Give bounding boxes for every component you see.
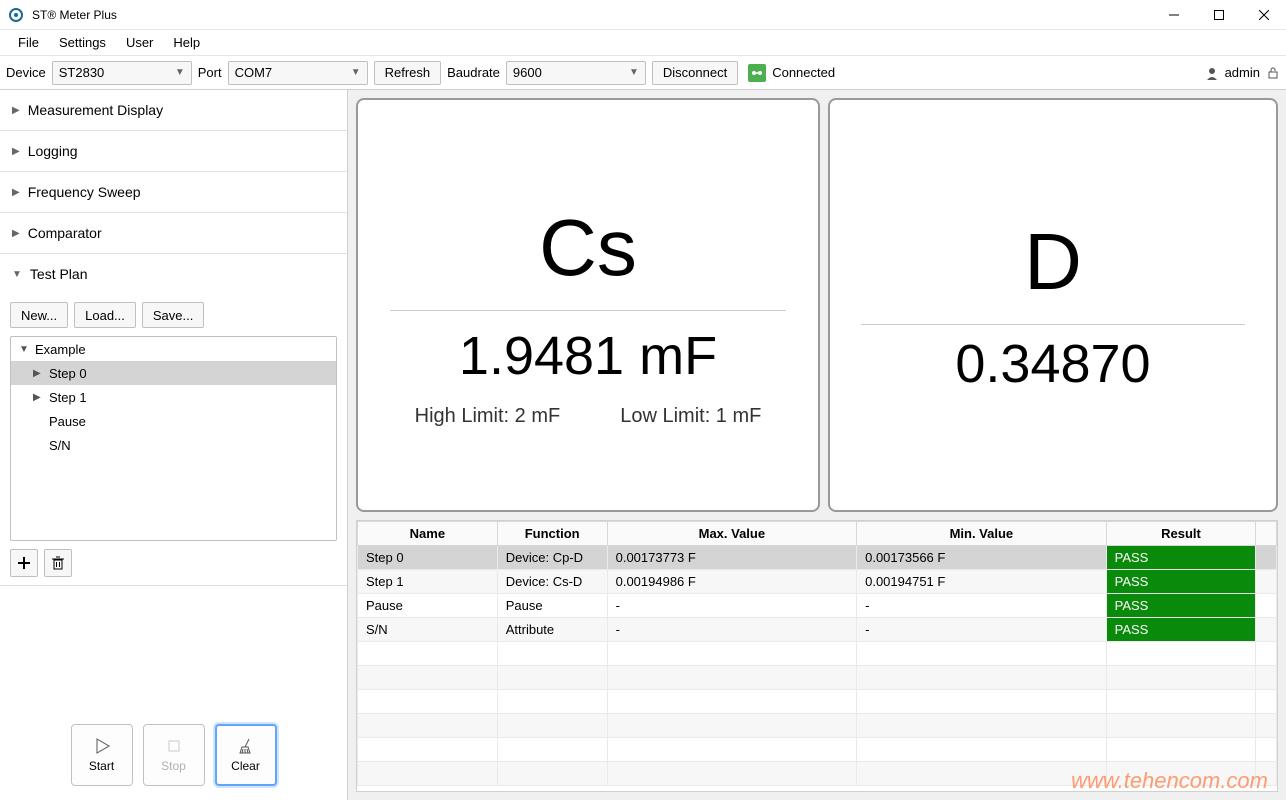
maximize-button[interactable] bbox=[1196, 0, 1241, 30]
titlebar: ST® Meter Plus bbox=[0, 0, 1286, 30]
chevron-down-icon: ▼ bbox=[351, 67, 361, 78]
primary-value: 1.9481 mF bbox=[459, 325, 717, 387]
caret-right-icon: ▶ bbox=[33, 392, 43, 403]
col-result[interactable]: Result bbox=[1106, 522, 1256, 546]
user-icon bbox=[1205, 66, 1219, 80]
caret-right-icon: ▶ bbox=[12, 105, 20, 116]
user-area[interactable]: admin bbox=[1205, 65, 1280, 80]
port-label: Port bbox=[198, 65, 222, 80]
accordion-comparator[interactable]: ▶ Comparator bbox=[0, 213, 347, 253]
play-icon bbox=[93, 737, 111, 755]
connected-label: Connected bbox=[772, 65, 835, 80]
displays: Cs 1.9481 mF High Limit: 2 mF Low Limit:… bbox=[348, 90, 1286, 520]
col-min[interactable]: Min. Value bbox=[857, 522, 1107, 546]
result-cell: PASS bbox=[1106, 594, 1256, 618]
caret-down-icon: ▼ bbox=[19, 344, 29, 355]
device-label: Device bbox=[6, 65, 46, 80]
table-row[interactable]: S/NAttribute--PASS bbox=[358, 618, 1277, 642]
close-button[interactable] bbox=[1241, 0, 1286, 30]
accordion-sweep[interactable]: ▶ Frequency Sweep bbox=[0, 172, 347, 212]
result-cell: PASS bbox=[1106, 618, 1256, 642]
baudrate-label: Baudrate bbox=[447, 65, 500, 80]
caret-right-icon: ▶ bbox=[33, 368, 43, 379]
tree-item[interactable]: Pause bbox=[11, 409, 336, 433]
menu-help[interactable]: Help bbox=[163, 31, 210, 54]
tree-item[interactable]: ▶Step 0 bbox=[11, 361, 336, 385]
port-select[interactable]: COM7 ▼ bbox=[228, 61, 368, 85]
chevron-down-icon: ▼ bbox=[629, 67, 639, 78]
low-limit: Low Limit: 1 mF bbox=[620, 405, 761, 428]
accordion-testplan[interactable]: ▼ Test Plan bbox=[0, 254, 347, 294]
baudrate-select[interactable]: 9600 ▼ bbox=[506, 61, 646, 85]
caret-right-icon: ▶ bbox=[12, 228, 20, 239]
disconnect-button[interactable]: Disconnect bbox=[652, 61, 738, 85]
sidebar-bottom: Start Stop Clear bbox=[0, 710, 347, 800]
high-limit: High Limit: 2 mF bbox=[415, 405, 561, 428]
col-max[interactable]: Max. Value bbox=[607, 522, 857, 546]
secondary-value: 0.34870 bbox=[955, 333, 1150, 395]
new-button[interactable]: New... bbox=[10, 302, 68, 328]
clear-button[interactable]: Clear bbox=[215, 724, 277, 786]
accordion-logging[interactable]: ▶ Logging bbox=[0, 131, 347, 171]
sidebar: ▶ Measurement Display ▶ Logging ▶ Freque… bbox=[0, 90, 348, 800]
save-button[interactable]: Save... bbox=[142, 302, 204, 328]
table-row-empty bbox=[358, 690, 1277, 714]
menu-settings[interactable]: Settings bbox=[49, 31, 116, 54]
primary-label: Cs bbox=[539, 202, 637, 294]
caret-right-icon: ▶ bbox=[12, 187, 20, 198]
testplan-tree[interactable]: ▼ Example ▶Step 0▶Step 1PauseS/N bbox=[10, 336, 337, 541]
content: ▶ Measurement Display ▶ Logging ▶ Freque… bbox=[0, 90, 1286, 800]
result-cell: PASS bbox=[1106, 570, 1256, 594]
refresh-button[interactable]: Refresh bbox=[374, 61, 442, 85]
table-row-empty bbox=[358, 666, 1277, 690]
menu-file[interactable]: File bbox=[8, 31, 49, 54]
primary-display: Cs 1.9481 mF High Limit: 2 mF Low Limit:… bbox=[356, 98, 820, 512]
result-cell: PASS bbox=[1106, 546, 1256, 570]
tree-item[interactable]: S/N bbox=[11, 433, 336, 457]
start-button[interactable]: Start bbox=[71, 724, 133, 786]
app-icon bbox=[8, 7, 24, 23]
main-panel: Cs 1.9481 mF High Limit: 2 mF Low Limit:… bbox=[348, 90, 1286, 800]
menubar: File Settings User Help bbox=[0, 30, 1286, 56]
table-row[interactable]: PausePause--PASS bbox=[358, 594, 1277, 618]
col-name[interactable]: Name bbox=[358, 522, 498, 546]
table-row-empty bbox=[358, 738, 1277, 762]
delete-step-button[interactable] bbox=[44, 549, 72, 577]
stop-button[interactable]: Stop bbox=[143, 724, 205, 786]
results-table[interactable]: Name Function Max. Value Min. Value Resu… bbox=[356, 520, 1278, 792]
user-name: admin bbox=[1225, 65, 1260, 80]
load-button[interactable]: Load... bbox=[74, 302, 136, 328]
window-title: ST® Meter Plus bbox=[32, 8, 1151, 22]
table-row[interactable]: Step 1Device: Cs-D0.00194986 F0.00194751… bbox=[358, 570, 1277, 594]
secondary-display: D 0.34870 bbox=[828, 98, 1278, 512]
connected-icon bbox=[748, 64, 766, 82]
caret-down-icon: ▼ bbox=[12, 269, 22, 280]
table-row-empty bbox=[358, 714, 1277, 738]
table-row-empty bbox=[358, 762, 1277, 786]
device-select[interactable]: ST2830 ▼ bbox=[52, 61, 192, 85]
chevron-down-icon: ▼ bbox=[175, 67, 185, 78]
table-row-empty bbox=[358, 642, 1277, 666]
secondary-label: D bbox=[1024, 216, 1082, 308]
menu-user[interactable]: User bbox=[116, 31, 163, 54]
lock-icon bbox=[1266, 66, 1280, 80]
tree-root[interactable]: ▼ Example bbox=[11, 337, 336, 361]
add-step-button[interactable] bbox=[10, 549, 38, 577]
accordion-measurement[interactable]: ▶ Measurement Display bbox=[0, 90, 347, 130]
caret-right-icon: ▶ bbox=[12, 146, 20, 157]
testplan-content: New... Load... Save... ▼ Example ▶Step 0… bbox=[0, 294, 347, 585]
stop-icon bbox=[165, 737, 183, 755]
minimize-button[interactable] bbox=[1151, 0, 1196, 30]
col-function[interactable]: Function bbox=[497, 522, 607, 546]
table-row[interactable]: Step 0Device: Cp-D0.00173773 F0.00173566… bbox=[358, 546, 1277, 570]
broom-icon bbox=[237, 737, 255, 755]
tree-item[interactable]: ▶Step 1 bbox=[11, 385, 336, 409]
toolbar: Device ST2830 ▼ Port COM7 ▼ Refresh Baud… bbox=[0, 56, 1286, 90]
